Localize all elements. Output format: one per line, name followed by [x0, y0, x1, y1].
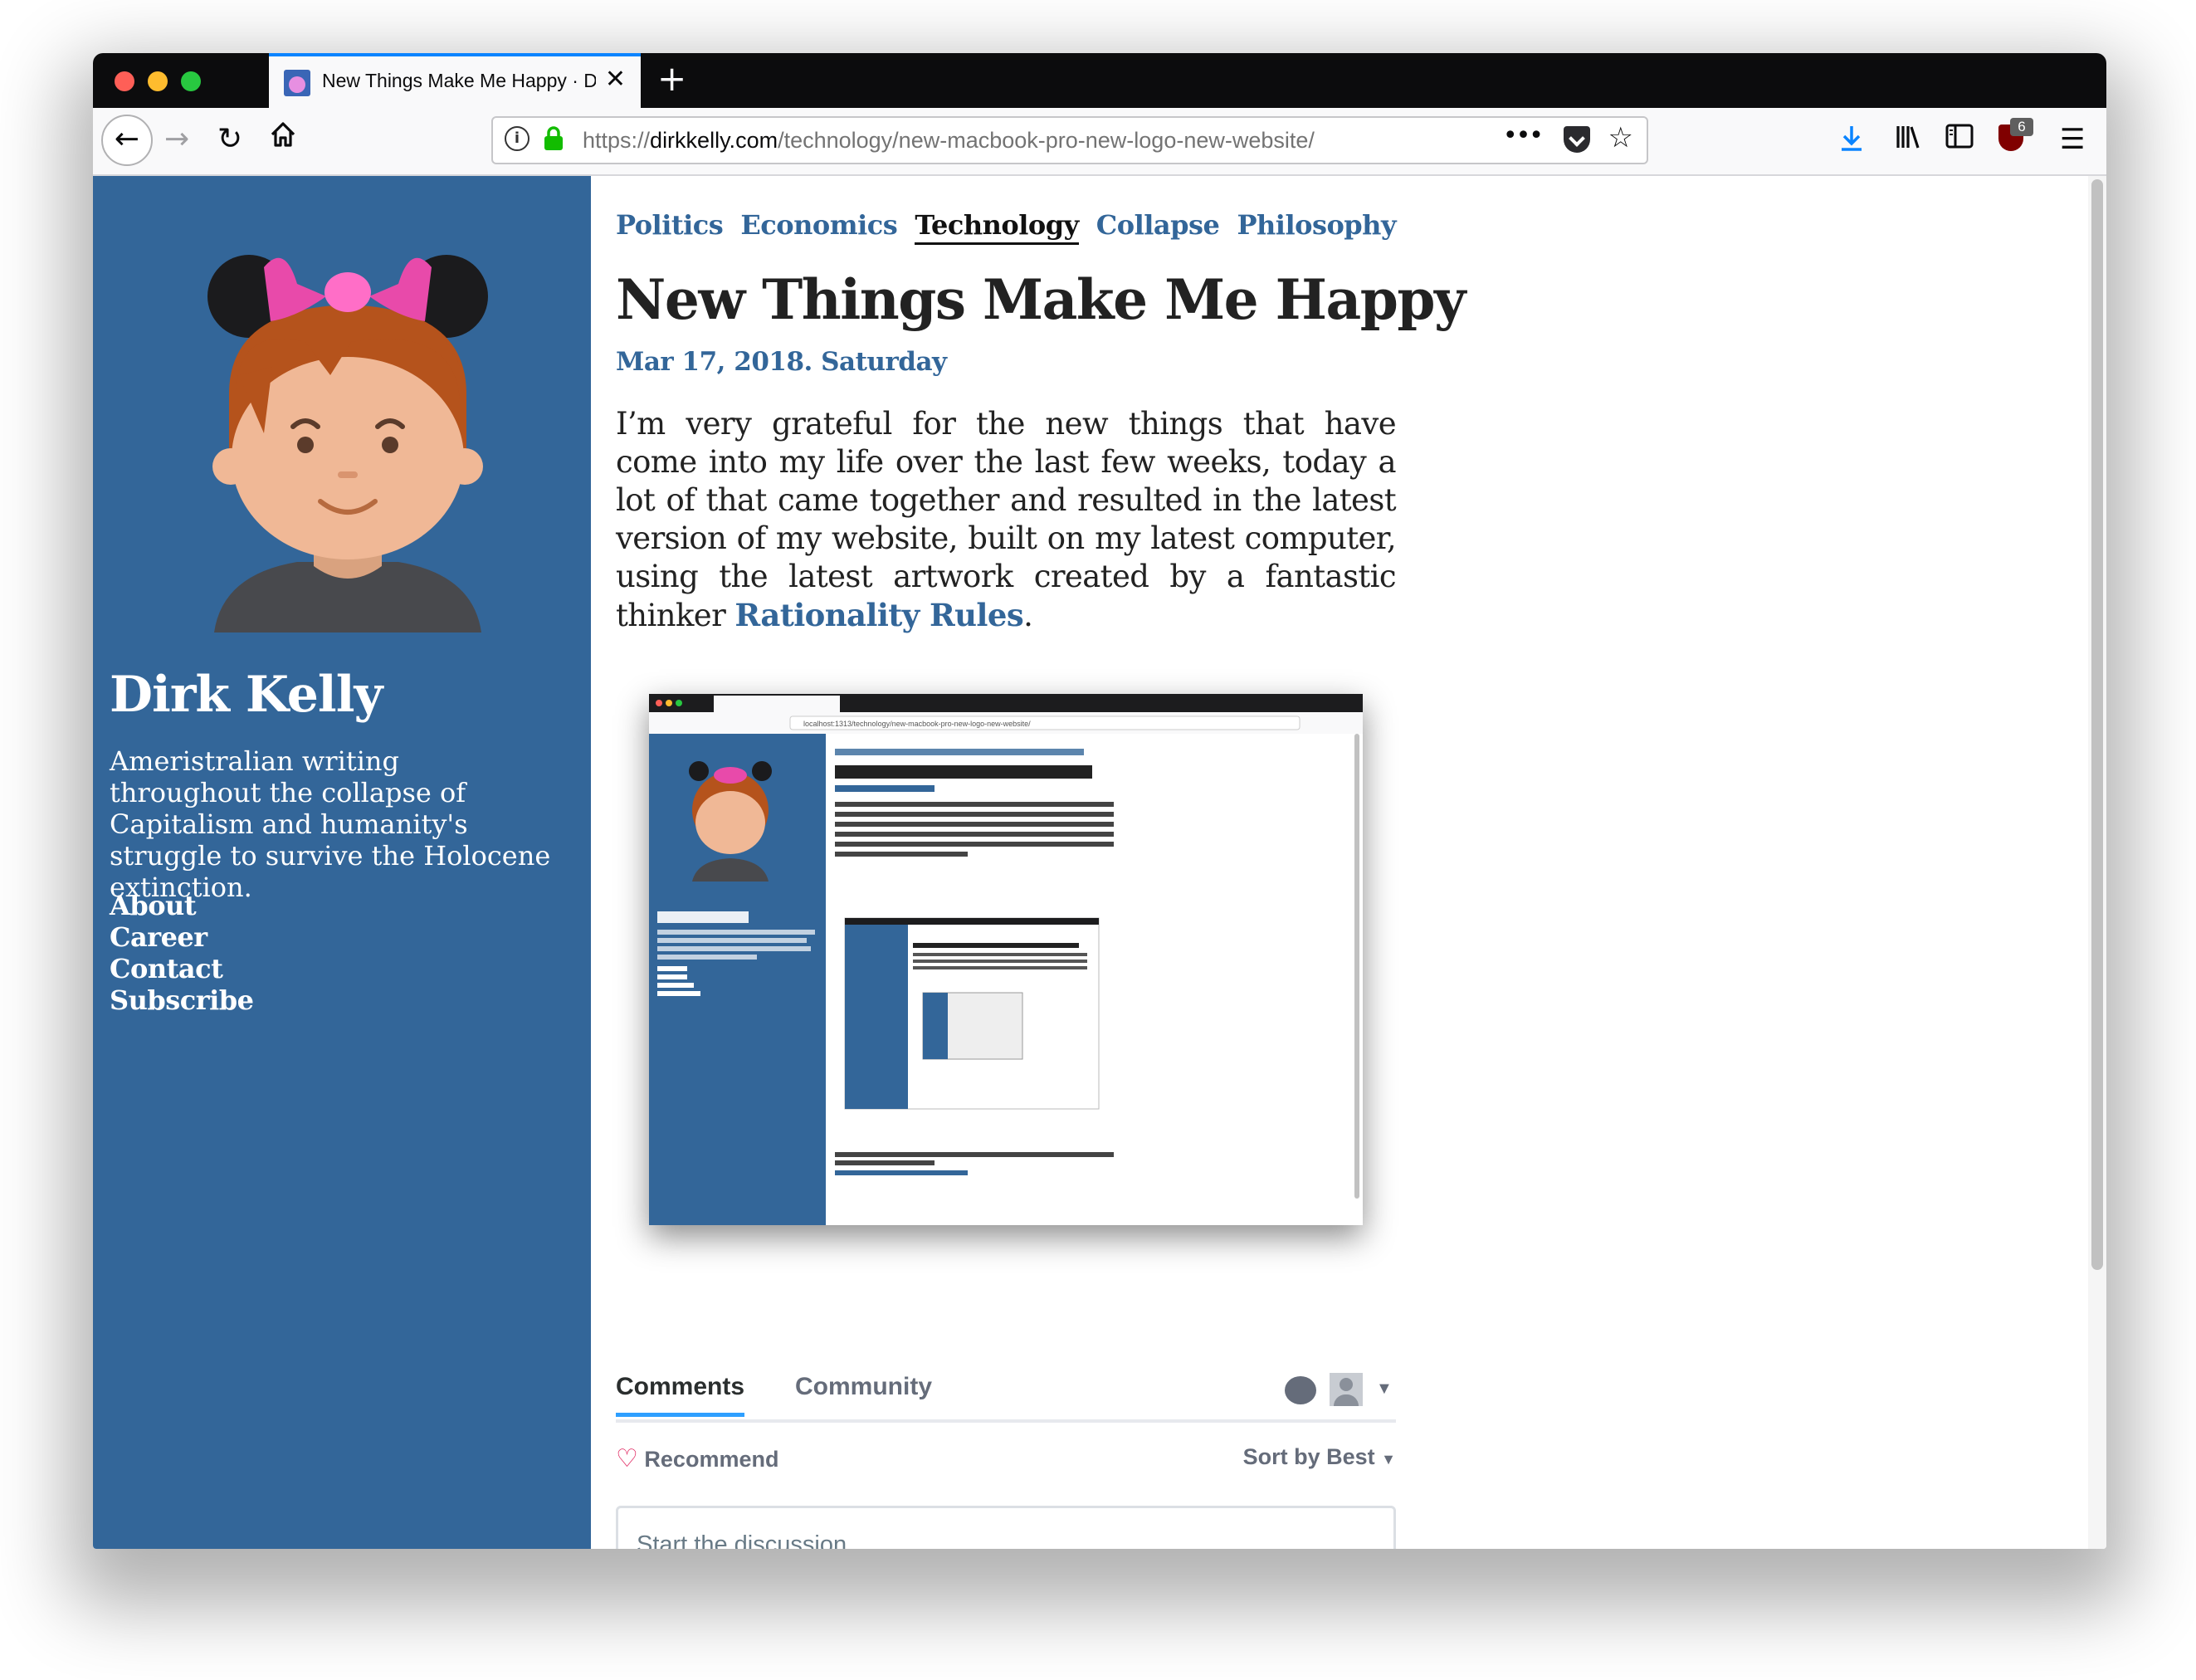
disqus-tabs: Comments Community ▼ — [616, 1373, 1396, 1423]
tab-comments[interactable]: Comments — [616, 1373, 745, 1417]
category-economics[interactable]: Economics — [740, 209, 897, 242]
tab-strip: New Things Make Me Happy · D ✕ + — [93, 53, 2106, 108]
reload-icon[interactable]: ↻ — [217, 120, 242, 159]
category-philosophy[interactable]: Philosophy — [1237, 209, 1396, 242]
bookmark-star-icon[interactable]: ☆ — [1608, 121, 1633, 154]
new-tab-icon[interactable]: + — [657, 58, 686, 99]
page-actions-icon[interactable]: ••• — [1503, 121, 1544, 150]
heart-icon: ♡ — [616, 1444, 638, 1473]
screenshot-image: localhost:1313/technology/new-macbook-pr… — [649, 694, 1363, 1225]
library-icon[interactable] — [1894, 123, 1922, 159]
post-body-end: . — [1023, 598, 1033, 633]
sidebar: Dirk Kelly Ameristralian writing through… — [93, 176, 591, 1549]
post-body: I’m very grateful for the new things tha… — [616, 405, 1397, 635]
url-bar[interactable]: i https://dirkkelly.com/technology/new-m… — [491, 116, 1648, 164]
screenshot-disqus-note — [835, 1152, 1114, 1157]
sidebar-icon[interactable] — [1945, 123, 1974, 157]
ublock-count-badge: 6 — [2010, 118, 2033, 136]
comment-input[interactable]: Start the discussion... — [616, 1506, 1396, 1549]
chevron-down-icon: ▼ — [1381, 1451, 1396, 1468]
sidebar-link-about[interactable]: About — [110, 890, 254, 921]
sort-dropdown[interactable]: Sort by Best ▼ — [1243, 1444, 1396, 1470]
recommend-label: Recommend — [644, 1447, 779, 1472]
sidebar-link-subscribe[interactable]: Subscribe — [110, 984, 254, 1016]
embedded-screenshot: localhost:1313/technology/new-macbook-pr… — [649, 694, 1363, 1225]
web-page: Dirk Kelly Ameristralian writing through… — [93, 176, 2106, 1549]
post-title: New Things Make Me Happy — [616, 267, 1466, 332]
forward-icon[interactable]: → — [164, 120, 189, 159]
sidebar-link-contact[interactable]: Contact — [110, 953, 254, 984]
info-icon[interactable]: i — [505, 126, 529, 151]
tab-title: New Things Make Me Happy · D — [322, 70, 596, 91]
category-collapse[interactable]: Collapse — [1096, 209, 1220, 242]
pocket-icon[interactable] — [1564, 126, 1590, 153]
tab-close-icon[interactable]: ✕ — [605, 65, 626, 94]
tab-active[interactable]: New Things Make Me Happy · D ✕ — [269, 53, 641, 108]
sidebar-nav: About Career Contact Subscribe — [110, 890, 254, 1016]
scrollbar-thumb[interactable] — [2091, 179, 2103, 1270]
back-icon[interactable]: ← — [101, 115, 153, 166]
post-date[interactable]: Mar 17, 2018. Saturday — [616, 347, 947, 377]
tab-community[interactable]: Community — [795, 1373, 932, 1401]
zoom-window-button[interactable] — [181, 71, 201, 91]
url-text[interactable]: https://dirkkelly.com/technology/new-mac… — [583, 128, 1315, 154]
chevron-down-icon[interactable]: ▼ — [1376, 1380, 1393, 1399]
sort-label: Sort by Best — [1242, 1444, 1375, 1469]
avatar — [207, 255, 488, 632]
rationality-rules-link[interactable]: Rationality Rules — [734, 597, 1023, 633]
scrollbar[interactable] — [2088, 176, 2106, 1549]
navigation-toolbar: ← → ↻ i https://dirkkelly.com/technology… — [93, 108, 2106, 176]
recommend-button[interactable]: ♡ Recommend — [616, 1444, 778, 1473]
category-technology[interactable]: Technology — [915, 209, 1079, 245]
category-nav: Politics Economics Technology Collapse P… — [616, 209, 1409, 245]
screenshot-url: localhost:1313/technology/new-macbook-pr… — [803, 720, 1031, 728]
notification-icon[interactable] — [1285, 1376, 1316, 1404]
author-name[interactable]: Dirk Kelly — [110, 666, 383, 724]
lock-icon[interactable] — [543, 126, 564, 158]
close-window-button[interactable] — [115, 71, 134, 91]
category-politics[interactable]: Politics — [616, 209, 724, 242]
favicon-icon — [284, 70, 310, 96]
author-bio: Ameristralian writing throughout the col… — [110, 745, 551, 903]
menu-icon[interactable]: ☰ — [2060, 123, 2085, 156]
minimize-window-button[interactable] — [148, 71, 168, 91]
downloads-icon[interactable] — [1839, 123, 1864, 160]
browser-window: New Things Make Me Happy · D ✕ + ← → ↻ i… — [93, 53, 2106, 1549]
home-icon[interactable] — [269, 120, 297, 159]
user-avatar-icon[interactable] — [1330, 1373, 1363, 1406]
sidebar-link-career[interactable]: Career — [110, 921, 254, 953]
